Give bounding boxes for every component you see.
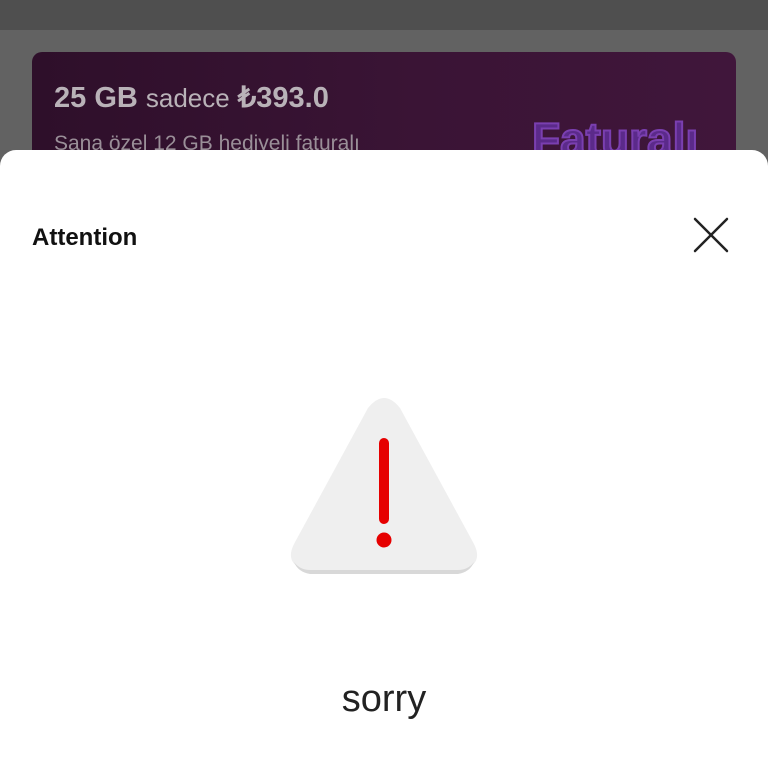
warning-triangle-icon <box>290 398 478 574</box>
promo-word: sadece <box>145 83 230 113</box>
promo-amount: 25 GB <box>54 82 138 114</box>
promo-headline: 25 GB sadece ₺393.0 <box>54 80 329 115</box>
close-button[interactable] <box>686 210 736 260</box>
status-bar-area <box>0 0 768 30</box>
dialog-message: sorry <box>341 678 427 720</box>
promo-price: ₺393.0 <box>237 82 329 114</box>
attention-dialog: Attention sorry <box>0 150 768 768</box>
dialog-title: Attention <box>32 224 138 251</box>
close-icon <box>693 217 729 253</box>
app-screen: 25 GB sadece ₺393.0 Sana özel 12 GB hedi… <box>0 0 768 768</box>
